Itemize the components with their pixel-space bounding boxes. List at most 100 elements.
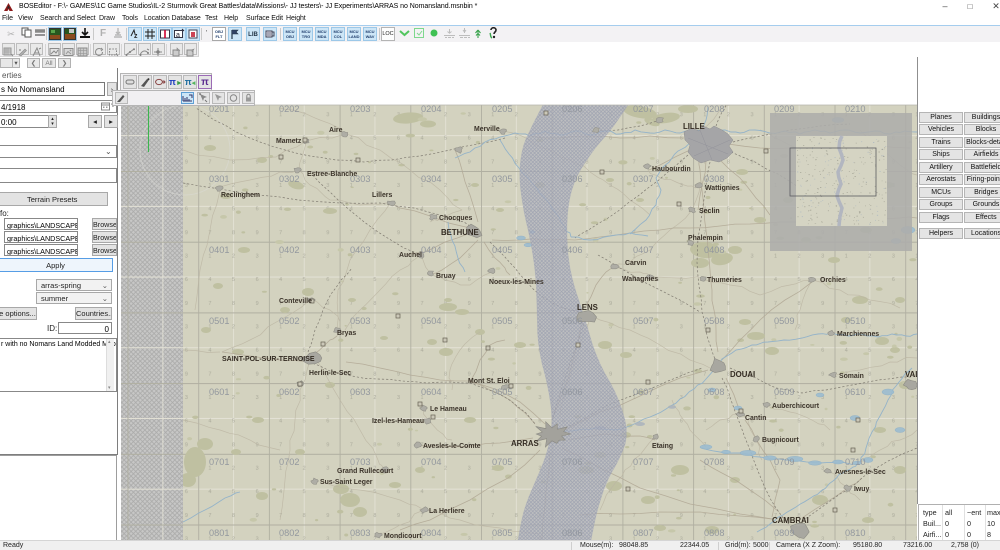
svg-text:0210: 0210 — [845, 104, 865, 114]
svg-text:Avesnes-le-Sec: Avesnes-le-Sec — [835, 469, 886, 476]
svg-text:0607: 0607 — [633, 387, 653, 397]
svg-text:Marchiennes: Marchiennes — [837, 331, 879, 338]
svg-text:Wahagnies: Wahagnies — [622, 276, 658, 283]
svg-text:0810: 0810 — [845, 528, 865, 538]
svg-text:0705: 0705 — [492, 457, 512, 467]
svg-text:0208: 0208 — [704, 104, 724, 114]
svg-text:Noeux-les-Mines: Noeux-les-Mines — [489, 279, 544, 286]
svg-text:CAMBRAI: CAMBRAI — [772, 516, 809, 525]
svg-text:0803: 0803 — [350, 528, 370, 538]
svg-text:0806: 0806 — [562, 528, 582, 538]
svg-text:Herlin-le-Sec: Herlin-le-Sec — [309, 370, 351, 377]
svg-text:Estree-Blanche: Estree-Blanche — [307, 171, 357, 178]
svg-text:0706: 0706 — [562, 457, 582, 467]
svg-text:0801: 0801 — [209, 528, 229, 538]
svg-text:0307: 0307 — [633, 174, 653, 184]
svg-text:BETHUNE: BETHUNE — [441, 228, 479, 237]
svg-text:0608: 0608 — [704, 387, 724, 397]
svg-text:Sus-Saint Leger: Sus-Saint Leger — [320, 479, 373, 486]
svg-text:LILLE: LILLE — [683, 122, 705, 131]
svg-text:Carvin: Carvin — [625, 260, 646, 267]
svg-text:0605: 0605 — [492, 387, 512, 397]
svg-text:Etaing: Etaing — [652, 443, 673, 450]
svg-text:0804: 0804 — [421, 528, 441, 538]
svg-text:Chocques: Chocques — [439, 215, 472, 222]
svg-text:0403: 0403 — [350, 245, 370, 255]
svg-text:0610: 0610 — [845, 387, 865, 397]
svg-text:Conteville: Conteville — [279, 298, 312, 305]
svg-text:0204: 0204 — [421, 104, 441, 114]
svg-text:ARRAS: ARRAS — [511, 439, 539, 448]
svg-text:Avesles-le-Comte: Avesles-le-Comte — [423, 443, 481, 450]
svg-text:0308: 0308 — [704, 174, 724, 184]
svg-text:0401: 0401 — [209, 245, 229, 255]
svg-text:0302: 0302 — [279, 174, 299, 184]
svg-text:0504: 0504 — [421, 316, 441, 326]
svg-text:Le Hameau: Le Hameau — [430, 406, 467, 413]
svg-text:0805: 0805 — [492, 528, 512, 538]
svg-text:0202: 0202 — [279, 104, 299, 114]
svg-text:Auchel: Auchel — [399, 252, 422, 259]
svg-text:Somain: Somain — [839, 373, 864, 380]
svg-text:Bryas: Bryas — [337, 330, 356, 337]
svg-text:0304: 0304 — [421, 174, 441, 184]
svg-text:0502: 0502 — [279, 316, 299, 326]
svg-text:0203: 0203 — [350, 104, 370, 114]
svg-text:z: z — [134, 33, 138, 40]
svg-text:DOUAI: DOUAI — [730, 370, 755, 379]
svg-text:Auberchicourt: Auberchicourt — [772, 403, 820, 410]
svg-text:0707: 0707 — [633, 457, 653, 467]
svg-text:0305: 0305 — [492, 174, 512, 184]
svg-text:0306: 0306 — [562, 174, 582, 184]
svg-text:La Herliere: La Herliere — [429, 508, 465, 515]
svg-text:SAINT-POL-SUR-TERNOISE: SAINT-POL-SUR-TERNOISE — [222, 356, 315, 363]
svg-text:0206: 0206 — [562, 104, 582, 114]
svg-text:VALENCIENNES: VALENCIENNES — [905, 370, 917, 379]
svg-text:Iwuy: Iwuy — [854, 486, 869, 493]
svg-text:Lillers: Lillers — [372, 192, 392, 199]
svg-text:Mametz: Mametz — [276, 138, 302, 145]
svg-text:0301: 0301 — [209, 174, 229, 184]
svg-text:0802: 0802 — [279, 528, 299, 538]
svg-text:0702: 0702 — [279, 457, 299, 467]
svg-text:0606: 0606 — [562, 387, 582, 397]
svg-text:0209: 0209 — [774, 104, 794, 114]
svg-text:0509: 0509 — [774, 316, 794, 326]
svg-text:Mondicourt: Mondicourt — [384, 533, 422, 540]
svg-text:0505: 0505 — [492, 316, 512, 326]
svg-text:LENS: LENS — [577, 303, 598, 312]
svg-text:0601: 0601 — [209, 387, 229, 397]
svg-text:Haubourdin: Haubourdin — [652, 166, 691, 173]
svg-text:Bruay: Bruay — [436, 273, 456, 280]
svg-text:0603: 0603 — [350, 387, 370, 397]
svg-text:Cantin: Cantin — [745, 415, 766, 422]
svg-text:0510: 0510 — [845, 316, 865, 326]
svg-text:0405: 0405 — [492, 245, 512, 255]
svg-text:0710: 0710 — [845, 457, 865, 467]
svg-text:0506: 0506 — [562, 316, 582, 326]
svg-text:Reclinghem: Reclinghem — [221, 192, 260, 199]
svg-text:0709: 0709 — [774, 457, 794, 467]
svg-text:0507: 0507 — [633, 316, 653, 326]
svg-text:0207: 0207 — [633, 104, 653, 114]
svg-text:Phalempin: Phalempin — [688, 235, 723, 242]
svg-text:0609: 0609 — [774, 387, 794, 397]
svg-text:Wattignies: Wattignies — [705, 185, 740, 192]
svg-text:0704: 0704 — [421, 457, 441, 467]
svg-text:0501: 0501 — [209, 316, 229, 326]
svg-text:0604: 0604 — [421, 387, 441, 397]
svg-text:0503: 0503 — [350, 316, 370, 326]
svg-text:0404: 0404 — [421, 245, 441, 255]
svg-text:Merville: Merville — [474, 126, 500, 133]
svg-text:0808: 0808 — [704, 528, 724, 538]
svg-text:Orchies: Orchies — [820, 277, 846, 284]
svg-text:Grand Rullecourt: Grand Rullecourt — [337, 468, 394, 475]
svg-text:Izel-les-Hameau: Izel-les-Hameau — [372, 418, 424, 425]
svg-text:Seclin: Seclin — [699, 208, 720, 215]
svg-text:0809: 0809 — [774, 528, 794, 538]
svg-text:0407: 0407 — [633, 245, 653, 255]
svg-text:0408: 0408 — [704, 245, 724, 255]
svg-text:Thumeries: Thumeries — [707, 277, 742, 284]
svg-text:0807: 0807 — [633, 528, 653, 538]
svg-text:Bugnicourt: Bugnicourt — [762, 437, 799, 444]
